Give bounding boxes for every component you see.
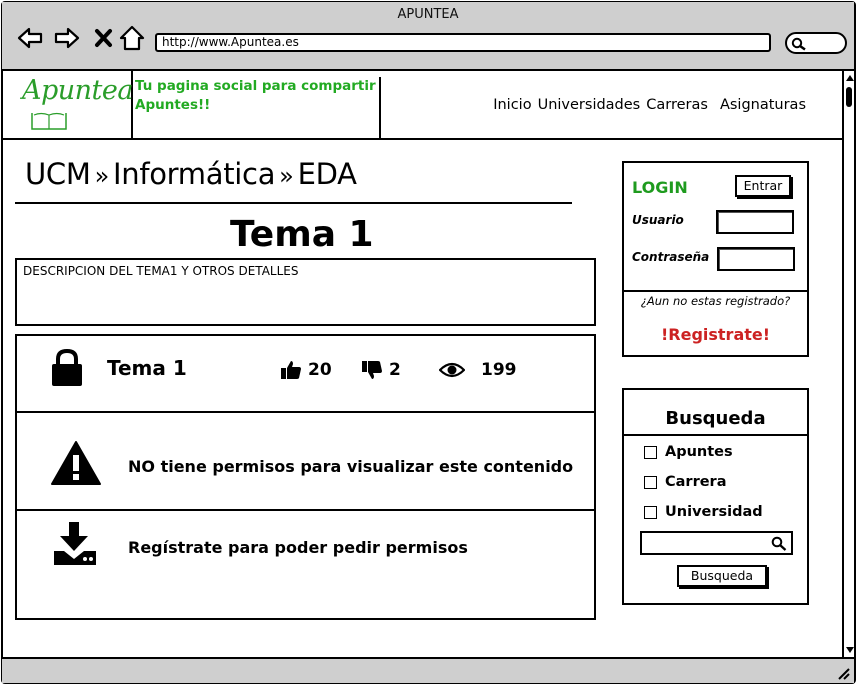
nav-item-carreras[interactable]: Carreras bbox=[646, 97, 708, 113]
checkbox-label: Apuntes bbox=[665, 444, 733, 460]
thumbs-down-icon bbox=[362, 361, 382, 379]
views-count: 199 bbox=[481, 360, 517, 380]
back-arrow-icon[interactable] bbox=[16, 24, 44, 52]
site-header: Apuntea Tu pagina social para compartir … bbox=[2, 71, 842, 140]
search-title: Busqueda bbox=[665, 408, 766, 429]
browser-search-field[interactable] bbox=[785, 32, 847, 54]
breadcrumb-item[interactable]: UCM bbox=[25, 157, 91, 191]
divider bbox=[624, 434, 807, 436]
likes-count: 20 bbox=[308, 360, 332, 380]
search-panel: Busqueda Apuntes Carrera Universidad Bus… bbox=[622, 388, 809, 605]
resize-grip-icon[interactable] bbox=[836, 666, 850, 680]
vertical-scrollbar[interactable] bbox=[842, 71, 854, 657]
checkbox-label: Carrera bbox=[665, 474, 727, 490]
content-panel: Tema 1 20 2 199 NO tiene permisos para v… bbox=[15, 334, 596, 620]
register-link[interactable]: !Registrate! bbox=[624, 325, 807, 344]
views-stat: 199 bbox=[439, 360, 517, 380]
site-slogan: Tu pagina social para compartir Apuntes!… bbox=[133, 77, 381, 140]
download-icon[interactable] bbox=[52, 521, 98, 567]
content-info-row: Tema 1 20 2 199 bbox=[17, 336, 594, 413]
search-icon bbox=[791, 37, 806, 51]
permission-warning-row: NO tiene permisos para visualizar este c… bbox=[17, 413, 594, 511]
search-input[interactable] bbox=[640, 531, 793, 555]
register-prompt[interactable]: Regístrate para poder pedir permisos bbox=[128, 538, 468, 557]
url-bar[interactable]: http://www.Apuntea.es bbox=[155, 33, 771, 52]
filter-universidad[interactable]: Universidad bbox=[644, 504, 763, 520]
login-button[interactable]: Entrar bbox=[735, 175, 791, 197]
divider bbox=[624, 290, 807, 292]
username-field[interactable] bbox=[716, 210, 794, 234]
warning-icon bbox=[51, 441, 101, 485]
checkbox-carrera[interactable] bbox=[644, 475, 657, 489]
scroll-down-icon[interactable] bbox=[846, 647, 854, 653]
lock-icon bbox=[52, 348, 82, 386]
login-panel: LOGIN Entrar Usuario Contraseña ¿Aun no … bbox=[622, 161, 809, 357]
not-registered-text: ¿Aun no estas registrado? bbox=[640, 294, 791, 308]
scroll-thumb[interactable] bbox=[846, 87, 852, 107]
window-title: APUNTEA bbox=[397, 7, 459, 22]
book-icon bbox=[31, 112, 67, 130]
checkbox-universidad[interactable] bbox=[644, 505, 657, 519]
breadcrumb-item[interactable]: EDA bbox=[298, 157, 357, 191]
likes-stat[interactable]: 20 bbox=[280, 360, 332, 380]
nav-item-universidades[interactable]: Universidades bbox=[538, 97, 641, 113]
home-icon[interactable] bbox=[118, 24, 146, 52]
breadcrumb-separator: » bbox=[94, 162, 110, 190]
register-prompt-row: Regístrate para poder pedir permisos bbox=[17, 511, 594, 618]
nav-item-asignaturas[interactable]: Asignaturas bbox=[720, 97, 806, 113]
eye-icon bbox=[439, 362, 465, 378]
filter-apuntes[interactable]: Apuntes bbox=[644, 444, 733, 460]
breadcrumb-separator: » bbox=[279, 162, 294, 190]
dislikes-stat[interactable]: 2 bbox=[361, 360, 401, 380]
filter-carrera[interactable]: Carrera bbox=[644, 474, 727, 490]
thumbs-up-icon bbox=[281, 361, 301, 379]
browser-toolbar: APUNTEA http://www.Apuntea.es bbox=[2, 2, 854, 71]
search-button[interactable]: Busqueda bbox=[677, 565, 767, 587]
close-x-icon[interactable] bbox=[90, 24, 118, 52]
logo[interactable]: Apuntea bbox=[2, 71, 134, 140]
main-navigation: Inicio Universidades Carreras Asignatura… bbox=[493, 97, 806, 113]
username-label: Usuario bbox=[632, 213, 684, 227]
dislikes-count: 2 bbox=[389, 360, 401, 380]
content-title: Tema 1 bbox=[107, 356, 187, 380]
search-icon[interactable] bbox=[771, 536, 787, 551]
status-bar bbox=[2, 657, 854, 683]
scroll-up-icon[interactable] bbox=[846, 75, 854, 81]
no-permission-message: NO tiene permisos para visualizar este c… bbox=[128, 457, 574, 476]
login-title: LOGIN bbox=[632, 178, 688, 197]
logo-text: Apuntea bbox=[22, 75, 134, 106]
password-field[interactable] bbox=[717, 247, 795, 271]
page-title: Tema 1 bbox=[230, 214, 374, 255]
breadcrumb-item[interactable]: Informática bbox=[113, 157, 275, 191]
password-label: Contraseña bbox=[632, 250, 710, 264]
breadcrumb: UCM» Informática» EDA bbox=[25, 157, 357, 191]
checkbox-apuntes[interactable] bbox=[644, 445, 657, 459]
description-box: DESCRIPCION DEL TEMA1 Y OTROS DETALLES bbox=[15, 258, 596, 326]
forward-arrow-icon[interactable] bbox=[53, 24, 81, 52]
nav-item-inicio[interactable]: Inicio bbox=[493, 97, 531, 113]
checkbox-label: Universidad bbox=[665, 504, 763, 520]
divider bbox=[15, 202, 572, 204]
